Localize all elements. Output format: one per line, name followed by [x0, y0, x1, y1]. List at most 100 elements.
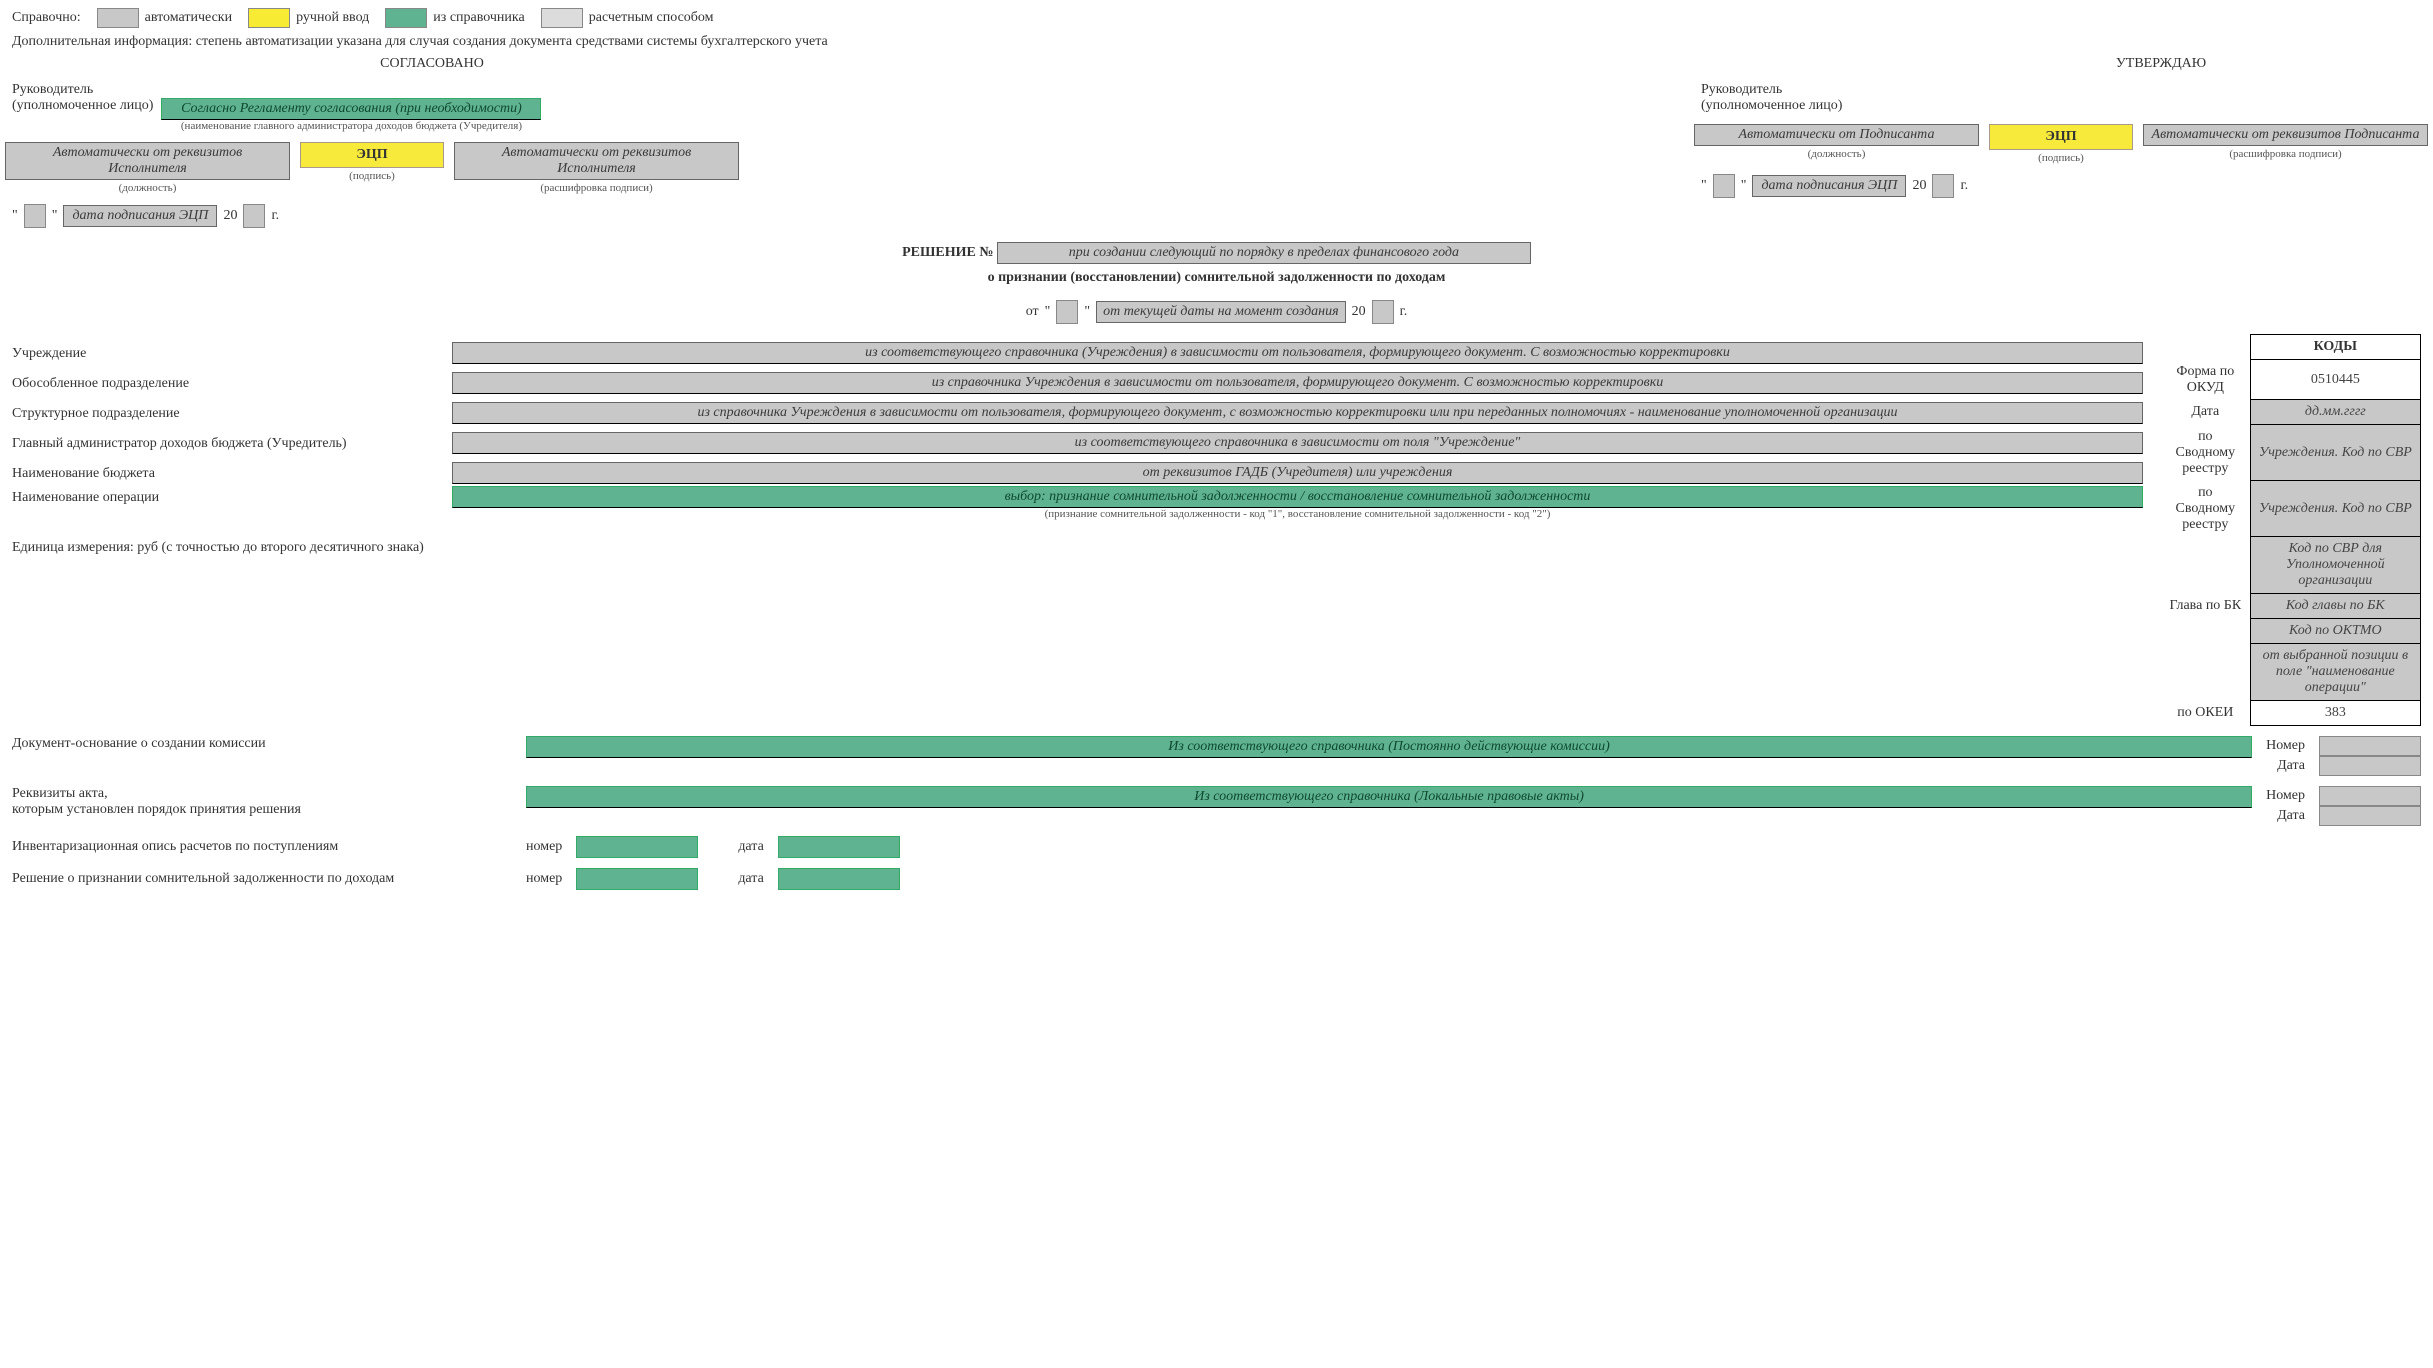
gadb-label: Главный администратор доходов бюджета (У…: [12, 432, 442, 452]
operation-label: Наименование операции: [12, 486, 442, 506]
dec-num[interactable]: [576, 868, 698, 890]
year-box[interactable]: [243, 204, 265, 228]
akta-num[interactable]: [2319, 786, 2421, 806]
akta-num-label: Номер: [2266, 788, 2305, 804]
additional-info: Дополнительная информация: степень автом…: [12, 34, 2421, 50]
dec-date-label: дата: [738, 871, 763, 887]
codes-table: КОДЫ Форма по ОКУД0510445 Датадд.мм.гггг…: [2161, 334, 2421, 726]
document-title: РЕШЕНИЕ № при создании следующий по поря…: [667, 242, 1767, 324]
from-year[interactable]: [1372, 300, 1394, 324]
from-label: от: [1026, 304, 1039, 320]
inv-date-label: дата: [738, 839, 763, 855]
leader-label-r: Руководитель: [1701, 82, 2421, 98]
code-label-bk: Глава по БК: [2161, 594, 2250, 619]
lbl-position-r: (должность): [1808, 148, 1866, 160]
code-bk[interactable]: Код главы по БК: [2250, 594, 2420, 619]
authorized-label-r: (уполномоченное лицо): [1701, 98, 2421, 114]
right-position[interactable]: Автоматически от Подписанта: [1694, 124, 1979, 146]
docbase-label: Документ-основание о создании комиссии: [12, 736, 512, 752]
right-decipher[interactable]: Автоматически от реквизитов Подписанта: [2143, 124, 2428, 146]
code-label-okud: Форма по ОКУД: [2161, 360, 2250, 400]
year-suffix-r: г.: [1960, 178, 1968, 194]
inv-date[interactable]: [778, 836, 900, 858]
left-decipher[interactable]: Автоматически от реквизитов Исполнителя: [454, 142, 739, 180]
code-label-svrupl: [2161, 537, 2250, 594]
akta-label1: Реквизиты акта,: [12, 786, 512, 802]
code-svrupl[interactable]: Код по СВР для Уполномоченной организаци…: [2250, 537, 2420, 594]
code-label-svr2: по Сводному реестру: [2161, 481, 2250, 537]
approval-right: УТВЕРЖДАЮ Руководитель (уполномоченное л…: [1701, 56, 2421, 228]
docbase-date-label: Дата: [2277, 758, 2305, 774]
from-year-suffix: г.: [1400, 304, 1408, 320]
dec-num-label: номер: [526, 871, 562, 887]
year-prefix-r: 20: [1912, 178, 1926, 194]
lbl-signature-r: (подпись): [2038, 152, 2084, 164]
approval-left: СОГЛАСОВАНО Руководитель (уполномоченное…: [12, 56, 732, 228]
year-box-r[interactable]: [1932, 174, 1954, 198]
code-oper[interactable]: от выбранной позиции в поле "наименовани…: [2250, 644, 2420, 701]
docbase-date[interactable]: [2319, 756, 2421, 776]
akta-date[interactable]: [2319, 806, 2421, 826]
code-svr1[interactable]: Учреждения. Код по СВР: [2250, 425, 2420, 481]
docbase-num[interactable]: [2319, 736, 2421, 756]
code-date[interactable]: дд.мм.гггг: [2250, 400, 2420, 425]
decision-label: Решение о признании сомнительной задолже…: [12, 871, 512, 887]
legend-manual: ручной ввод: [296, 10, 369, 25]
inv-num-label: номер: [526, 839, 562, 855]
from-day[interactable]: [1056, 300, 1078, 324]
decision-no-label: РЕШЕНИЕ №: [902, 245, 993, 260]
legend-prefix: Справочно:: [12, 10, 81, 26]
from-year-prefix: 20: [1352, 304, 1366, 320]
from-month[interactable]: от текущей даты на момент создания: [1096, 301, 1346, 323]
month-box-r[interactable]: дата подписания ЭЦП: [1752, 175, 1906, 197]
structural-label: Структурное подразделение: [12, 402, 442, 422]
reglament-field[interactable]: Согласно Регламенту согласования (при не…: [161, 98, 541, 120]
subdivision-field[interactable]: из справочника Учреждения в зависимости …: [452, 372, 2143, 394]
inventory-label: Инвентаризационная опись расчетов по пос…: [12, 839, 512, 855]
lbl-signature: (подпись): [349, 170, 395, 182]
right-sign-date: "" дата подписания ЭЦП 20 г.: [1701, 174, 2421, 198]
decision-no-field[interactable]: при создании следующий по порядку в пред…: [997, 242, 1531, 264]
authorized-label: (уполномоченное лицо): [12, 98, 153, 114]
code-okud: 0510445: [2250, 360, 2420, 400]
legend-row: Справочно: автоматически ручной ввод из …: [12, 8, 2421, 28]
reglament-note: (наименование главного администратора до…: [161, 120, 541, 132]
year-prefix: 20: [223, 208, 237, 224]
operation-note: (признание сомнительной задолженности - …: [452, 508, 2143, 520]
code-label-svr1: по Сводному реестру: [2161, 425, 2250, 481]
lbl-position: (должность): [119, 182, 177, 194]
left-sign-date: "" дата подписания ЭЦП 20 г.: [12, 204, 732, 228]
code-label-okei: по ОКЕИ: [2161, 701, 2250, 726]
legend-auto: автоматически: [145, 10, 232, 25]
legend-ref: из справочника: [433, 10, 524, 25]
right-signature[interactable]: ЭЦП: [1989, 124, 2133, 150]
code-svr2[interactable]: Учреждения. Код по СВР: [2250, 481, 2420, 537]
budget-label: Наименование бюджета: [12, 462, 442, 482]
docbase-field[interactable]: Из соответствующего справочника (Постоян…: [526, 736, 2252, 758]
leader-label: Руководитель: [12, 82, 732, 98]
day-box[interactable]: [24, 204, 46, 228]
institution-label: Учреждение: [12, 342, 442, 362]
gadb-field[interactable]: из соответствующего справочника в зависи…: [452, 432, 2143, 454]
day-box-r[interactable]: [1713, 174, 1735, 198]
subdivision-label: Обособленное подразделение: [12, 372, 442, 392]
left-signature[interactable]: ЭЦП: [300, 142, 444, 168]
structural-field[interactable]: из справочника Учреждения в зависимости …: [452, 402, 2143, 424]
inv-num[interactable]: [576, 836, 698, 858]
left-position[interactable]: Автоматически от реквизитов Исполнителя: [5, 142, 290, 180]
akta-label2: которым установлен порядок принятия реше…: [12, 802, 512, 818]
akta-field[interactable]: Из соответствующего справочника (Локальн…: [526, 786, 2252, 808]
docbase-num-label: Номер: [2266, 738, 2305, 754]
approved-title: СОГЛАСОВАНО: [380, 56, 484, 71]
operation-field[interactable]: выбор: признание сомнительной задолженно…: [452, 486, 2143, 508]
code-oktmo[interactable]: Код по ОКТМО: [2250, 619, 2420, 644]
dec-date[interactable]: [778, 868, 900, 890]
decision-subtitle: о признании (восстановлении) сомнительно…: [988, 270, 1446, 285]
budget-field[interactable]: от реквизитов ГАДБ (Учредителя) или учре…: [452, 462, 2143, 484]
codes-header: КОДЫ: [2250, 335, 2420, 360]
month-box[interactable]: дата подписания ЭЦП: [63, 205, 217, 227]
lbl-decipher-r: (расшифровка подписи): [2229, 148, 2341, 160]
institution-field[interactable]: из соответствующего справочника (Учрежде…: [452, 342, 2143, 364]
code-okei: 383: [2250, 701, 2420, 726]
lbl-decipher: (расшифровка подписи): [540, 182, 652, 194]
